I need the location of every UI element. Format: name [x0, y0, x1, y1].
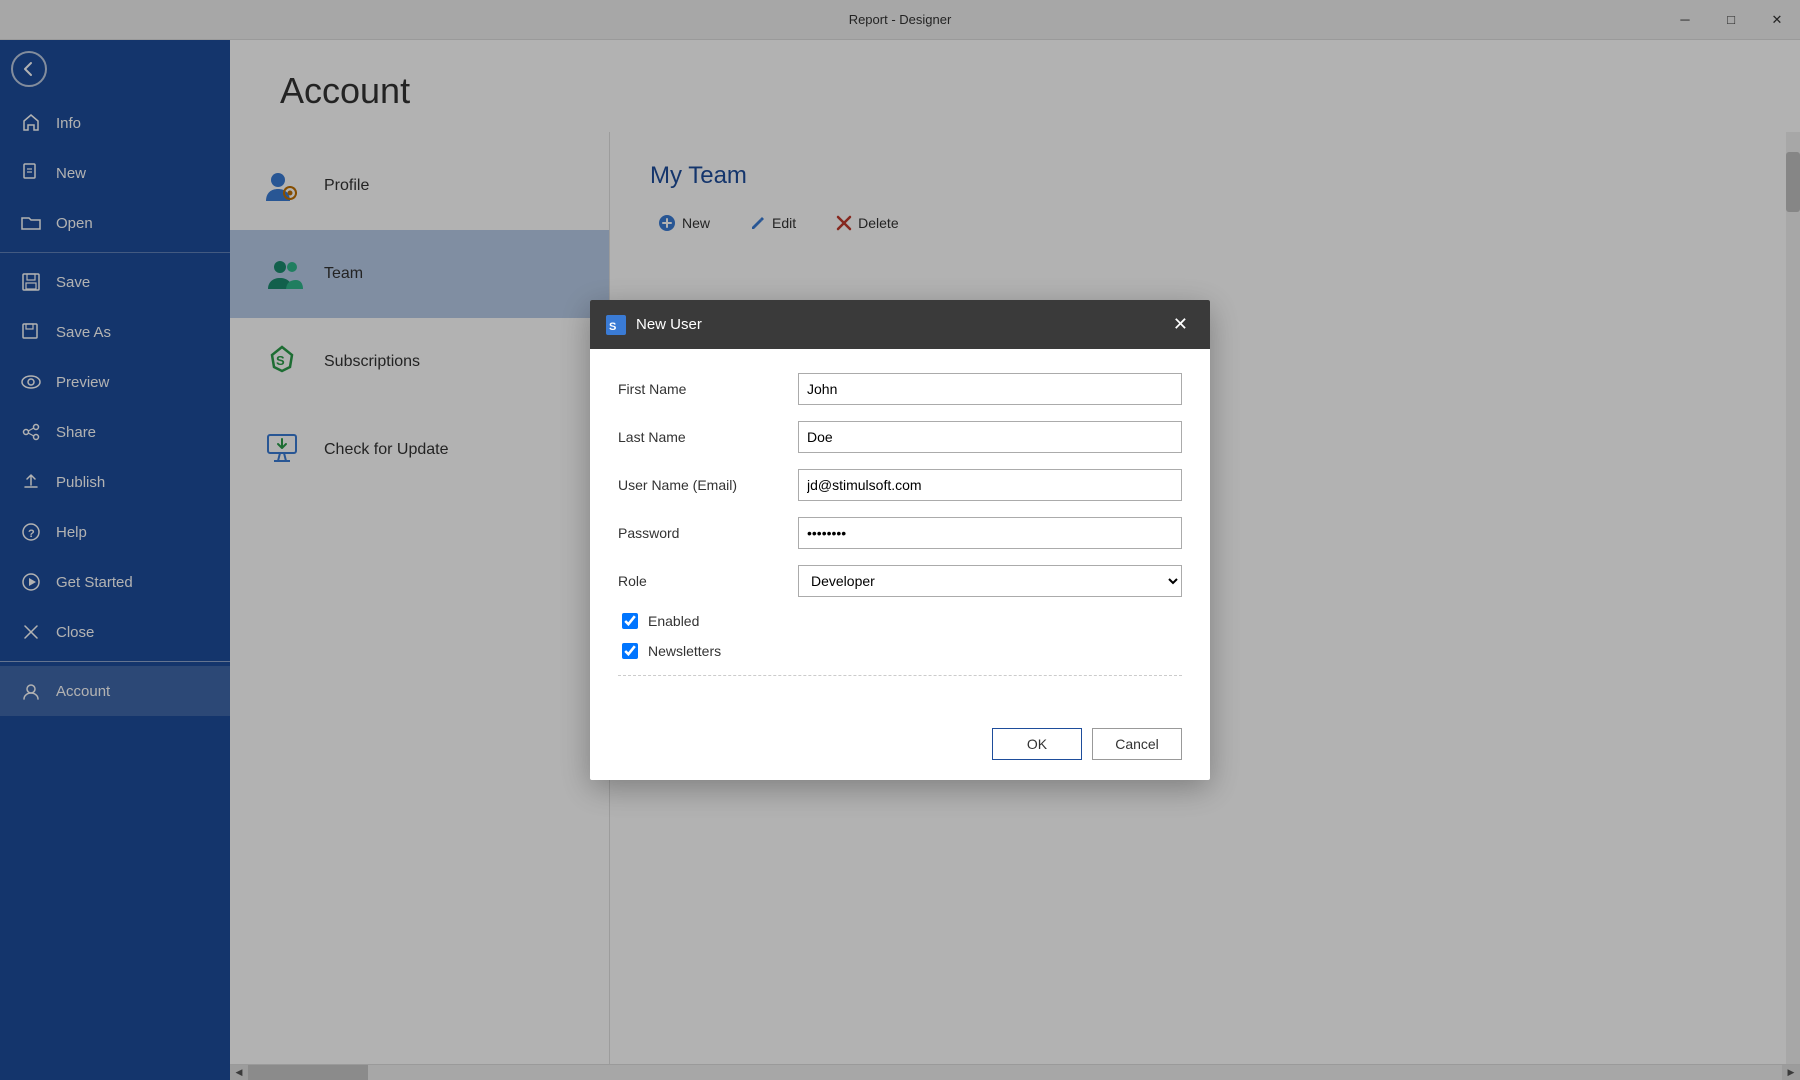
- modal-header: S New User ✕: [590, 300, 1210, 349]
- ok-button[interactable]: OK: [992, 728, 1082, 760]
- username-row: User Name (Email): [618, 469, 1182, 501]
- newsletters-checkbox[interactable]: [622, 643, 638, 659]
- password-row: Password: [618, 517, 1182, 549]
- modal-close-button[interactable]: ✕: [1167, 312, 1194, 337]
- modal-icon: S: [606, 315, 626, 335]
- modal-overlay[interactable]: S New User ✕ First Name Last Name User N…: [0, 0, 1800, 1080]
- last-name-row: Last Name: [618, 421, 1182, 453]
- modal-title: New User: [636, 316, 702, 333]
- first-name-label: First Name: [618, 381, 798, 397]
- role-select[interactable]: Developer Administrator User Designer: [798, 565, 1182, 597]
- password-input[interactable]: [798, 517, 1182, 549]
- role-row: Role Developer Administrator User Design…: [618, 565, 1182, 597]
- modal-footer: OK Cancel: [590, 716, 1210, 780]
- modal-body: First Name Last Name User Name (Email) P…: [590, 349, 1210, 716]
- svg-text:S: S: [609, 321, 616, 333]
- modal-separator: [618, 675, 1182, 676]
- first-name-input[interactable]: [798, 373, 1182, 405]
- newsletters-row: Newsletters: [618, 643, 1182, 659]
- username-label: User Name (Email): [618, 477, 798, 493]
- enabled-checkbox[interactable]: [622, 613, 638, 629]
- new-user-modal: S New User ✕ First Name Last Name User N…: [590, 300, 1210, 780]
- modal-header-left: S New User: [606, 315, 702, 335]
- newsletters-label: Newsletters: [648, 643, 721, 659]
- last-name-input[interactable]: [798, 421, 1182, 453]
- first-name-row: First Name: [618, 373, 1182, 405]
- role-label: Role: [618, 573, 798, 589]
- username-input[interactable]: [798, 469, 1182, 501]
- password-label: Password: [618, 525, 798, 541]
- enabled-label: Enabled: [648, 613, 699, 629]
- cancel-button[interactable]: Cancel: [1092, 728, 1182, 760]
- last-name-label: Last Name: [618, 429, 798, 445]
- enabled-row: Enabled: [618, 613, 1182, 629]
